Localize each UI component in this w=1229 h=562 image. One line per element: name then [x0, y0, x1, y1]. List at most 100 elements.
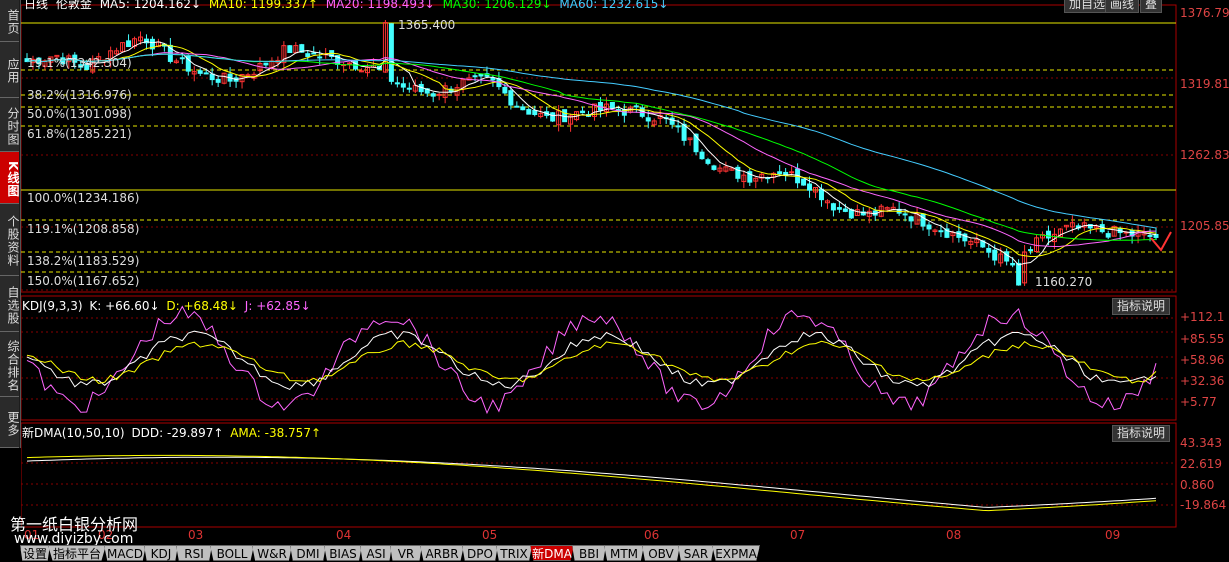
- candle-body: [926, 224, 932, 230]
- instrument-name: 伦敦金: [55, 0, 92, 11]
- draw-line-button[interactable]: 画线: [1105, 0, 1140, 13]
- kdj-axis-label: +5.77: [1180, 395, 1217, 409]
- candle-body: [179, 57, 185, 60]
- sidebar-tab[interactable]: 应用: [0, 42, 20, 98]
- price-panel: [21, 4, 1177, 293]
- sidebar-tab[interactable]: 自选股: [0, 276, 20, 332]
- sidebar-tab[interactable]: 分时图: [0, 98, 20, 152]
- candle-body: [920, 213, 926, 227]
- indicator-tab[interactable]: SAR: [678, 545, 714, 561]
- candle-body: [711, 165, 717, 170]
- candle-body: [902, 213, 908, 216]
- candle-body: [609, 102, 615, 109]
- candle-body: [126, 40, 132, 48]
- candle-body: [400, 83, 406, 88]
- dma-axis-label: 22.619: [1180, 457, 1222, 471]
- chart-area[interactable]: [21, 0, 1229, 545]
- indicator-tab-bar: 设置 指标平台 MACD KDJ RSI BOLL W&R DMI BIAS ASI VR ARBR D…: [0, 545, 1229, 562]
- kdj-j-line: [26, 305, 1157, 415]
- candle-body: [502, 86, 508, 94]
- ma60-value: MA60: 1232.615↓: [559, 0, 669, 11]
- candle-body: [807, 183, 813, 191]
- kdj-j-value: J: +62.85↓: [244, 299, 311, 313]
- indicator-tab[interactable]: 指标平台: [48, 545, 106, 561]
- candle-body: [801, 178, 807, 186]
- fib-label: 138.2%(1183.529): [27, 254, 140, 268]
- candle-body: [669, 117, 675, 125]
- candle-body: [430, 93, 436, 97]
- sidebar-tab[interactable]: 首页: [0, 0, 20, 42]
- indicator-tab[interactable]: 设置: [20, 545, 50, 561]
- fib-label: 38.2%(1316.976): [27, 88, 132, 102]
- ma5-line: [26, 41, 1157, 266]
- kdj-header: KDJ(9,3,3) K: +66.60↓ D: +68.48↓ J: +62.…: [22, 300, 311, 313]
- candle-body: [436, 93, 442, 96]
- candle-body: [830, 203, 836, 211]
- fib-label: 100.0%(1234.186): [27, 191, 140, 205]
- dma-header: 新DMA(10,50,10) DDD: -29.897↑ AMA: -38.75…: [22, 427, 321, 440]
- kdj-panel: [21, 295, 1177, 421]
- price-axis-label: 1262.835: [1180, 148, 1229, 162]
- dma-axis-label: 43.343: [1180, 436, 1222, 450]
- indicator-tab[interactable]: ARBR: [420, 545, 464, 561]
- candle-body: [388, 23, 394, 82]
- fib-label: 50.0%(1301.098): [27, 107, 132, 121]
- indicator-tab[interactable]: EXPMA: [712, 545, 760, 561]
- ma10-value: MA10: 1199.337↑: [208, 0, 318, 11]
- dma-axis-label: 0.860: [1180, 478, 1215, 492]
- candle-body: [908, 216, 914, 222]
- indicator-tab[interactable]: DMI: [290, 545, 326, 561]
- add-watchlist-button[interactable]: 加自选: [1064, 0, 1111, 13]
- indicator-tab[interactable]: MACD: [104, 545, 146, 561]
- kdj-axis-label: +85.55: [1180, 332, 1225, 346]
- ma60-line: [26, 53, 1157, 229]
- indicator-tab[interactable]: W&R: [252, 545, 292, 561]
- candle-body: [1045, 230, 1051, 239]
- month-label: 05: [482, 528, 498, 542]
- indicator-tab[interactable]: KDJ: [144, 545, 178, 561]
- kdj-d-value: D: +68.48↓: [166, 299, 238, 313]
- indicator-tab[interactable]: BIAS: [324, 545, 362, 561]
- month-label: 04: [336, 528, 352, 542]
- candle-body: [633, 105, 639, 108]
- candle-body: [550, 112, 556, 122]
- sidebar-tab[interactable]: 个股资料: [0, 204, 20, 276]
- candle-body: [209, 73, 215, 81]
- kdj-axis-label: +32.36: [1180, 374, 1225, 388]
- indicator-tab[interactable]: VR: [390, 545, 422, 561]
- kdj-help-button[interactable]: 指标说明: [1112, 298, 1171, 315]
- candle-body: [203, 72, 209, 75]
- indicator-tab[interactable]: 新DMA: [530, 545, 574, 561]
- candle-body: [699, 151, 705, 160]
- fib-label: 119.1%(1208.858): [27, 222, 140, 236]
- candle-body: [406, 87, 412, 90]
- candle-body: [1010, 262, 1016, 266]
- dma-ama-line: [26, 454, 1157, 512]
- dma-help-button[interactable]: 指标说明: [1112, 425, 1171, 442]
- kdj-k-line: [26, 330, 1157, 391]
- candle-body: [394, 82, 400, 85]
- month-label: 07: [790, 528, 806, 542]
- candle-body: [514, 105, 520, 108]
- indicator-tab[interactable]: BBI: [572, 545, 606, 561]
- price-axis-label: 1376.790: [1180, 6, 1229, 20]
- candle-body: [520, 106, 526, 111]
- ma5-value: MA5: 1204.162↓: [99, 0, 202, 11]
- indicator-tab[interactable]: DPO: [462, 545, 498, 561]
- low-price-annotation: 1160.270: [1035, 275, 1093, 289]
- sidebar-tab[interactable]: 更多: [0, 397, 20, 448]
- price-axis-label: 1205.854: [1180, 219, 1229, 233]
- sidebar-tab[interactable]: K线图: [0, 152, 20, 204]
- indicator-tab[interactable]: ASI: [360, 545, 392, 561]
- indicator-tab[interactable]: RSI: [176, 545, 212, 561]
- candle-body: [777, 171, 783, 175]
- candle-body: [263, 62, 269, 66]
- month-label: 06: [644, 528, 660, 542]
- overlay-button[interactable]: 叠: [1140, 0, 1163, 13]
- indicator-tab[interactable]: BOLL: [210, 545, 254, 561]
- kdj-d-line: [26, 340, 1157, 384]
- indicator-tab[interactable]: OBV: [642, 545, 680, 561]
- sidebar-tab[interactable]: 综合排名: [0, 332, 20, 397]
- indicator-tab[interactable]: MTM: [604, 545, 644, 561]
- indicator-tab[interactable]: TRIX: [496, 545, 532, 561]
